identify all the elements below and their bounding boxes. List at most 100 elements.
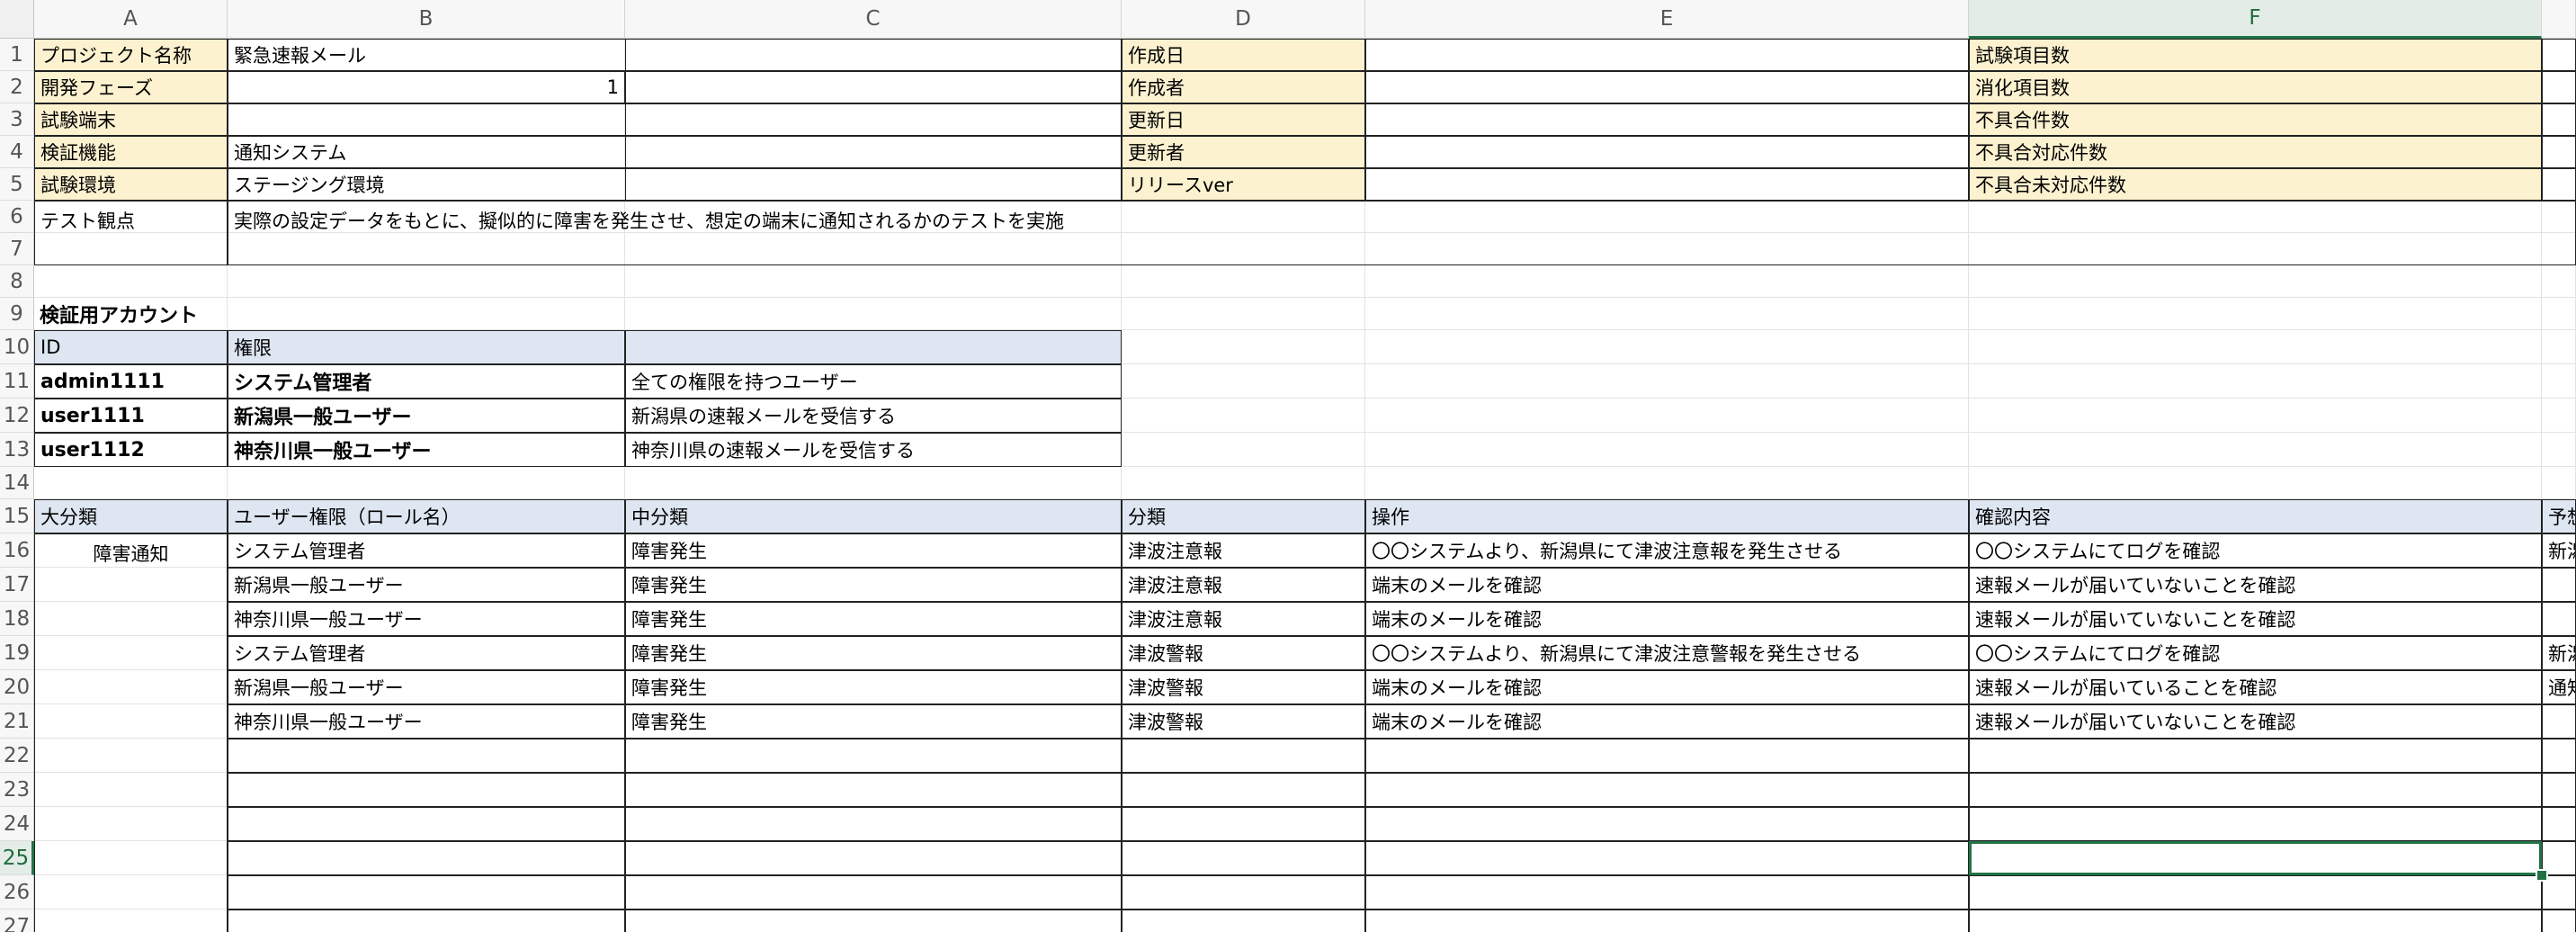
case-empty-cell[interactable] xyxy=(228,773,625,807)
value-phase[interactable]: 1 xyxy=(228,71,625,103)
row-header-2[interactable]: 2 xyxy=(0,71,34,103)
case-empty-cell[interactable] xyxy=(228,841,625,875)
value-bug[interactable] xyxy=(2542,103,2576,136)
cell-bg[interactable] xyxy=(1122,265,1365,298)
cell-bg[interactable] xyxy=(1122,330,1365,364)
column-header-f[interactable]: F xyxy=(1969,0,2542,39)
account-desc[interactable]: 神奈川県の速報メールを受信する xyxy=(625,433,1122,467)
row-header-20[interactable]: 20 xyxy=(0,670,34,704)
label-feature[interactable]: 検証機能 xyxy=(34,136,228,168)
row-header-18[interactable]: 18 xyxy=(0,602,34,636)
case-expected[interactable] xyxy=(2542,568,2576,602)
cell-bg[interactable] xyxy=(1969,433,2542,467)
case-header-0[interactable]: 大分類 xyxy=(34,499,228,533)
column-header-c[interactable]: C xyxy=(625,0,1122,39)
column-header-b[interactable]: B xyxy=(228,0,625,39)
label-bug-open[interactable]: 不具合未対応件数 xyxy=(1969,168,2542,201)
case-empty-cell[interactable] xyxy=(228,910,625,932)
case-header-4[interactable]: 操作 xyxy=(1365,499,1969,533)
case-check[interactable]: 速報メールが届いていることを確認 xyxy=(1969,670,2542,704)
cell-bg[interactable] xyxy=(1969,467,2542,499)
case-check[interactable]: 〇〇システムにてログを確認 xyxy=(1969,533,2542,568)
case-empty-cell[interactable] xyxy=(2542,773,2576,807)
row-header-8[interactable]: 8 xyxy=(0,265,34,298)
cell-c-4[interactable] xyxy=(625,136,1122,168)
value-release[interactable] xyxy=(1365,168,1969,201)
cell-bg[interactable] xyxy=(228,467,625,499)
case-mid[interactable]: 障害発生 xyxy=(625,704,1122,739)
label-created[interactable]: 作成日 xyxy=(1122,39,1365,71)
accounts-col-id[interactable]: ID xyxy=(34,330,228,364)
label-author[interactable]: 作成者 xyxy=(1122,71,1365,103)
label-device[interactable]: 試験端末 xyxy=(34,103,228,136)
case-operation[interactable]: 端末のメールを確認 xyxy=(1365,568,1969,602)
cell-bg[interactable] xyxy=(2542,298,2576,330)
accounts-col-role[interactable]: 権限 xyxy=(228,330,625,364)
case-header-6[interactable]: 予想 xyxy=(2542,499,2576,533)
cell-bg[interactable] xyxy=(1969,364,2542,399)
case-operation[interactable]: 〇〇システムより、新潟県にて津波注意警報を発生させる xyxy=(1365,636,1969,670)
label-count-done[interactable]: 消化項目数 xyxy=(1969,71,2542,103)
value-count-done[interactable] xyxy=(2542,71,2576,103)
case-check[interactable]: 〇〇システムにてログを確認 xyxy=(1969,636,2542,670)
row-header-10[interactable]: 10 xyxy=(0,330,34,364)
row-header-23[interactable]: 23 xyxy=(0,773,34,807)
account-role[interactable]: システム管理者 xyxy=(228,364,625,399)
case-empty-cell[interactable] xyxy=(2542,807,2576,841)
cell-bg[interactable] xyxy=(1365,467,1969,499)
label-viewpoint[interactable]: テスト観点 xyxy=(34,201,228,265)
row-header-1[interactable]: 1 xyxy=(0,39,34,71)
case-empty-cell[interactable] xyxy=(228,739,625,773)
case-header-3[interactable]: 分類 xyxy=(1122,499,1365,533)
account-id[interactable]: admin1111 xyxy=(34,364,228,399)
cell-bg[interactable] xyxy=(2542,467,2576,499)
row-header-15[interactable]: 15 xyxy=(0,499,34,533)
case-category[interactable]: 津波注意報 xyxy=(1122,533,1365,568)
case-empty-cell[interactable] xyxy=(1365,841,1969,875)
row-header-16[interactable]: 16 xyxy=(0,533,34,568)
case-empty-cell[interactable] xyxy=(625,910,1122,932)
case-header-5[interactable]: 確認内容 xyxy=(1969,499,2542,533)
case-empty-cell[interactable] xyxy=(1969,739,2542,773)
label-phase[interactable]: 開発フェーズ xyxy=(34,71,228,103)
cell-bg[interactable] xyxy=(2542,399,2576,433)
case-mid[interactable]: 障害発生 xyxy=(625,602,1122,636)
label-env[interactable]: 試験環境 xyxy=(34,168,228,201)
cell-c-1[interactable] xyxy=(625,39,1122,71)
case-operation[interactable]: 端末のメールを確認 xyxy=(1365,704,1969,739)
row-header-6[interactable]: 6 xyxy=(0,201,34,233)
column-header-e[interactable]: E xyxy=(1365,0,1969,39)
case-category[interactable]: 津波注意報 xyxy=(1122,568,1365,602)
accounts-title[interactable]: 検証用アカウント xyxy=(34,298,625,330)
row-header-9[interactable]: 9 xyxy=(0,298,34,330)
case-category[interactable]: 津波警報 xyxy=(1122,670,1365,704)
cell-bg[interactable] xyxy=(1122,467,1365,499)
value-count-total[interactable] xyxy=(2542,39,2576,71)
case-empty-cell[interactable] xyxy=(1122,875,1365,910)
case-empty-cell[interactable] xyxy=(1122,910,1365,932)
case-empty-cell[interactable] xyxy=(1365,773,1969,807)
label-bug-fixed[interactable]: 不具合対応件数 xyxy=(1969,136,2542,168)
account-desc[interactable]: 新潟県の速報メールを受信する xyxy=(625,399,1122,433)
cell-bg[interactable] xyxy=(1365,330,1969,364)
case-empty-cell[interactable] xyxy=(625,807,1122,841)
row-header-22[interactable]: 22 xyxy=(0,739,34,773)
case-operation[interactable]: 〇〇システムより、新潟県にて津波注意報を発生させる xyxy=(1365,533,1969,568)
cell-bg[interactable] xyxy=(2542,330,2576,364)
case-empty-cell[interactable] xyxy=(1969,910,2542,932)
value-updated[interactable] xyxy=(1365,103,1969,136)
cell-bg[interactable] xyxy=(1365,265,1969,298)
case-empty-cell[interactable] xyxy=(1969,773,2542,807)
case-role[interactable]: 神奈川県一般ユーザー xyxy=(228,704,625,739)
case-operation[interactable]: 端末のメールを確認 xyxy=(1365,602,1969,636)
case-empty-cell[interactable] xyxy=(625,875,1122,910)
row-header-21[interactable]: 21 xyxy=(0,704,34,739)
case-empty-cell[interactable] xyxy=(1365,739,1969,773)
row-header-19[interactable]: 19 xyxy=(0,636,34,670)
cell-bg[interactable] xyxy=(1122,364,1365,399)
spreadsheet[interactable]: ABCDEF 1 2 3 4 5 6 7 8 9 10 11 12 13 14 15 16 17 18 19 20 21… xyxy=(0,0,2576,932)
case-mid[interactable]: 障害発生 xyxy=(625,636,1122,670)
cell-c-5[interactable] xyxy=(625,168,1122,201)
account-id[interactable]: user1111 xyxy=(34,399,228,433)
row-header-5[interactable]: 5 xyxy=(0,168,34,201)
